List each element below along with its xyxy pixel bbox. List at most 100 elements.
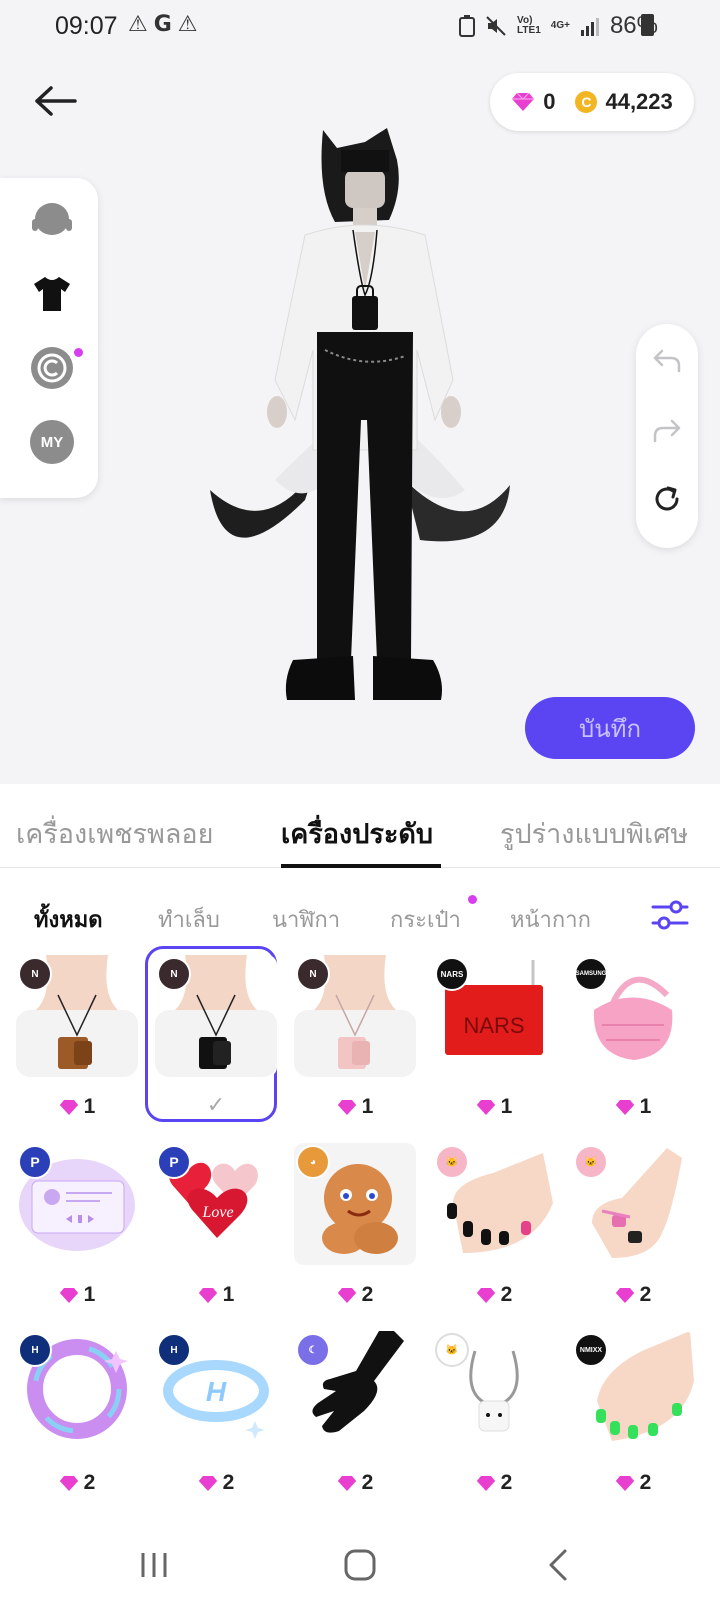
reset-icon bbox=[655, 486, 679, 511]
love-text: Love bbox=[201, 1204, 233, 1221]
gem-icon bbox=[476, 1475, 495, 1491]
gem-icon bbox=[476, 1099, 495, 1115]
item-price: 1 bbox=[16, 1283, 138, 1307]
item-card[interactable]: P 1 bbox=[16, 1143, 138, 1315]
tab-accessories[interactable]: เครื่องประดับ bbox=[281, 812, 433, 855]
filter-icon[interactable] bbox=[650, 897, 690, 933]
subtab-all[interactable]: ทั้งหมด bbox=[34, 902, 103, 937]
item-card[interactable]: N 1 bbox=[16, 955, 138, 1127]
item-thumbnail: NMIXX bbox=[572, 1331, 694, 1453]
item-thumbnail: P bbox=[16, 1143, 138, 1265]
item-card[interactable]: N 1 bbox=[294, 955, 416, 1127]
item-price: 1 bbox=[433, 1095, 555, 1119]
gem-icon bbox=[337, 1099, 356, 1115]
item-price: 2 bbox=[16, 1471, 138, 1495]
subtab-nails[interactable]: ทำเล็บ bbox=[158, 902, 220, 937]
coin-icon: C bbox=[575, 91, 598, 113]
subtab-watches[interactable]: นาฬิกา bbox=[272, 902, 340, 937]
item-price: 1 bbox=[16, 1095, 138, 1119]
warning-icon: ⚠ bbox=[128, 12, 148, 37]
tab-jewelry[interactable]: เครื่องเพชรพลอย bbox=[16, 812, 213, 855]
avatar-3d-model[interactable] bbox=[205, 120, 525, 740]
gem-icon bbox=[615, 1099, 634, 1115]
system-nav-bar bbox=[0, 1530, 720, 1600]
new-badge-dot bbox=[74, 348, 83, 357]
item-thumbnail: NARS NARS bbox=[433, 955, 555, 1077]
item-price: 1 bbox=[572, 1095, 694, 1119]
redo-icon bbox=[653, 419, 681, 443]
active-tab-indicator bbox=[281, 864, 441, 868]
side-item-copyright[interactable] bbox=[30, 346, 74, 390]
brand-hello-kitty-icon: 🐱 bbox=[574, 1145, 608, 1179]
back-icon bbox=[549, 1549, 567, 1581]
item-card[interactable]: 🐱 2 bbox=[433, 1143, 555, 1315]
item-card[interactable]: SAMSUNG 1 bbox=[572, 955, 694, 1127]
item-thumbnail: N bbox=[16, 955, 138, 1077]
coin-count: 44,223 bbox=[605, 89, 673, 114]
gem-icon bbox=[615, 1475, 634, 1491]
item-thumbnail: ☾ bbox=[294, 1331, 416, 1453]
item-thumbnail: N bbox=[155, 955, 277, 1077]
subcategory-tabs: ทั้งหมด ทำเล็บ นาฬิกา กระเป๋า หน้ากาก bbox=[0, 880, 720, 950]
recent-apps-button[interactable] bbox=[124, 1540, 184, 1590]
brand-cookie-icon: ◕ bbox=[296, 1145, 330, 1179]
warning-icon: ⚠ bbox=[177, 12, 198, 37]
gem-icon bbox=[615, 1287, 634, 1303]
item-price: 2 bbox=[155, 1471, 277, 1495]
volte-label: Vo) LTE1 bbox=[517, 15, 541, 36]
my-icon: MY bbox=[30, 420, 74, 464]
item-card[interactable]: H H 2 bbox=[155, 1331, 277, 1503]
history-controls bbox=[636, 324, 698, 548]
home-icon bbox=[344, 1549, 376, 1581]
item-price: 2 bbox=[433, 1283, 555, 1307]
brand-moon-icon: ☾ bbox=[296, 1333, 330, 1367]
redo-button[interactable] bbox=[650, 414, 684, 448]
arrow-left-icon bbox=[35, 86, 77, 116]
side-menu: MY bbox=[0, 178, 98, 498]
google-icon: G bbox=[153, 12, 172, 37]
clothing-icon bbox=[34, 277, 70, 311]
reset-button[interactable] bbox=[650, 482, 684, 516]
gem-icon bbox=[59, 1287, 78, 1303]
brand-n-icon: N bbox=[157, 957, 191, 991]
item-thumbnail: H H bbox=[155, 1331, 277, 1453]
side-item-hair[interactable] bbox=[30, 198, 74, 242]
gem-icon bbox=[512, 92, 535, 111]
item-price: 2 bbox=[294, 1283, 416, 1307]
gem-icon bbox=[59, 1099, 78, 1115]
item-card[interactable]: ◕ 2 bbox=[294, 1143, 416, 1315]
item-card[interactable]: NARS NARS 1 bbox=[433, 955, 555, 1127]
gem-icon bbox=[476, 1287, 495, 1303]
save-button[interactable]: บันทึก bbox=[525, 697, 695, 759]
subtab-bags[interactable]: กระเป๋า bbox=[390, 902, 461, 937]
item-thumbnail: SAMSUNG bbox=[572, 955, 694, 1077]
undo-icon bbox=[653, 349, 681, 373]
signal-icon bbox=[580, 18, 599, 36]
recycle-icon bbox=[459, 15, 476, 37]
item-card[interactable]: Love P 1 bbox=[155, 1143, 277, 1315]
brand-n-icon: N bbox=[296, 957, 330, 991]
subtab-masks[interactable]: หน้ากาก bbox=[510, 902, 591, 937]
gem-icon bbox=[198, 1475, 217, 1491]
side-item-my[interactable]: MY bbox=[30, 420, 74, 464]
item-card[interactable]: ☾ 2 bbox=[294, 1331, 416, 1503]
gem-icon bbox=[198, 1287, 217, 1303]
item-grid: N 1 N ✓ N 1 NARS NARS 1 SAMSUNG 1 P 1 Lo… bbox=[0, 946, 720, 1525]
item-card-selected[interactable]: N ✓ bbox=[145, 946, 277, 1127]
brand-hello-kitty-icon: 🐱 bbox=[435, 1333, 469, 1367]
tab-special-shape[interactable]: รูปร่างแบบพิเศษ bbox=[500, 812, 688, 855]
item-card[interactable]: 🐱 2 bbox=[433, 1331, 555, 1503]
side-item-clothing[interactable] bbox=[30, 272, 74, 316]
gem-icon bbox=[59, 1475, 78, 1491]
item-price: 2 bbox=[294, 1471, 416, 1495]
copyright-icon bbox=[31, 347, 73, 389]
home-button[interactable] bbox=[330, 1540, 390, 1590]
nav-back-button[interactable] bbox=[528, 1540, 588, 1590]
item-thumbnail: ◕ bbox=[294, 1143, 416, 1265]
item-card[interactable]: 🐱 2 bbox=[572, 1143, 694, 1315]
item-card[interactable]: H 2 bbox=[16, 1331, 138, 1503]
undo-button[interactable] bbox=[650, 344, 684, 378]
brand-hyundai-icon: H bbox=[157, 1333, 191, 1367]
back-button[interactable] bbox=[32, 78, 78, 124]
item-card[interactable]: NMIXX 2 bbox=[572, 1331, 694, 1503]
